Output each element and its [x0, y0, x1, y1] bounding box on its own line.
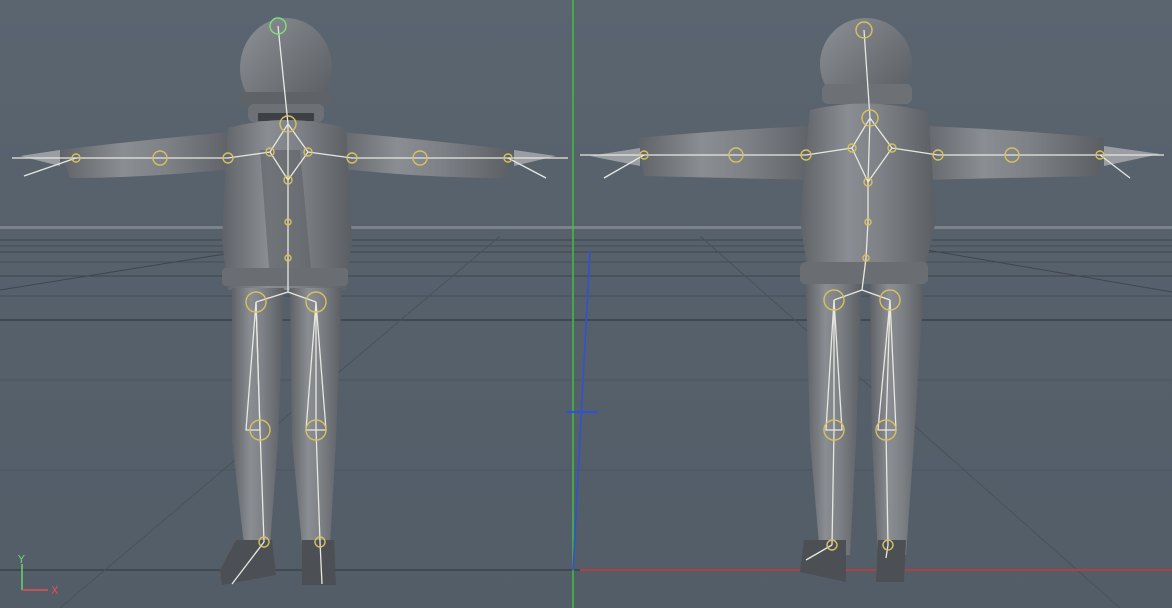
mesh-front — [20, 18, 556, 585]
character-back-view[interactable] — [580, 18, 1164, 582]
3d-viewport[interactable]: Y X — [0, 0, 1172, 608]
mesh-back — [590, 18, 1160, 582]
world-z-axis — [566, 249, 598, 571]
axis-gizmo-x-label: X — [51, 584, 59, 597]
character-front-view[interactable] — [12, 17, 568, 585]
floor-grid — [0, 226, 1172, 608]
axis-gizmo — [21, 564, 48, 591]
axis-gizmo-y-label: Y — [18, 553, 25, 566]
viewport-scene[interactable] — [0, 0, 1172, 608]
